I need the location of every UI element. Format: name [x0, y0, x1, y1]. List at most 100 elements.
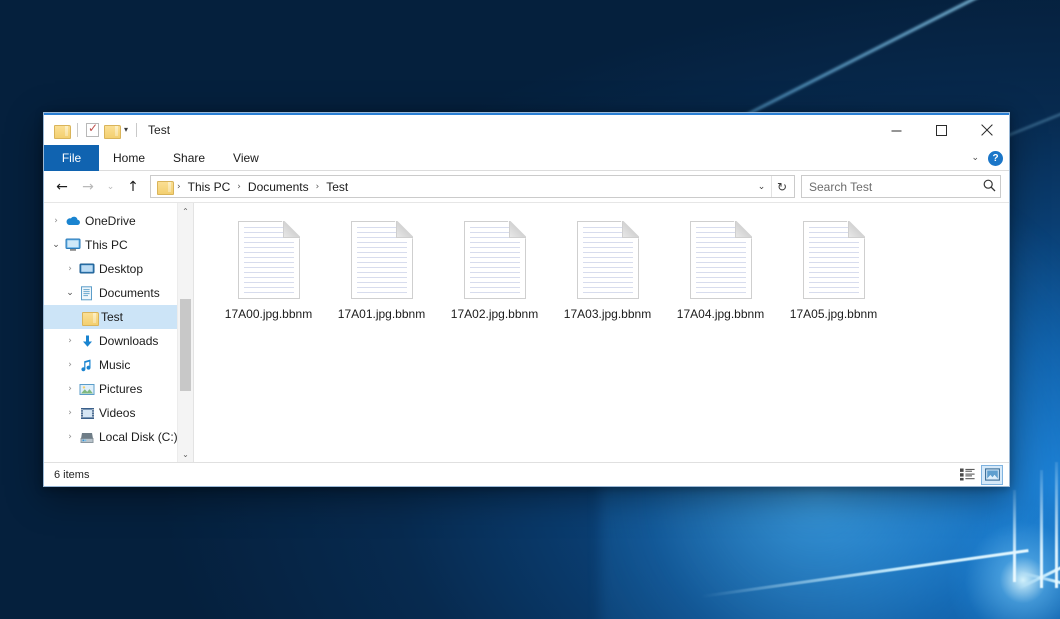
- status-bar: 6 items: [44, 462, 1009, 486]
- recent-locations-button[interactable]: ⌄: [102, 175, 119, 199]
- sidebar-label-desktop: Desktop: [96, 262, 143, 276]
- back-button[interactable]: ←: [50, 175, 74, 199]
- chevron-down-icon[interactable]: ⌄: [971, 153, 979, 163]
- wallpaper-ray-vertical-1: [1013, 490, 1016, 582]
- computer-icon: [64, 238, 82, 252]
- scrollbar-thumb[interactable]: [180, 299, 191, 391]
- file-grid: 17A00.jpg.bbnm 17A01.jpg.bbnm: [194, 203, 1009, 321]
- ribbon-right-controls: ⌄ ?: [971, 145, 1003, 171]
- expander-expanded-icon[interactable]: ⌄: [48, 240, 64, 250]
- sidebar-item-videos[interactable]: › Videos: [44, 401, 193, 425]
- sidebar-item-documents[interactable]: ⌄ Documents: [44, 281, 193, 305]
- sidebar-item-downloads[interactable]: › Downloads: [44, 329, 193, 353]
- file-list-view[interactable]: 17A00.jpg.bbnm 17A01.jpg.bbnm: [194, 203, 1009, 462]
- breadcrumb-item-test[interactable]: Test: [322, 178, 352, 196]
- file-item[interactable]: 17A05.jpg.bbnm: [777, 215, 890, 321]
- folder-icon[interactable]: [54, 124, 69, 137]
- tab-view[interactable]: View: [219, 145, 273, 171]
- toolbar-divider-2: [136, 123, 137, 137]
- tab-home[interactable]: Home: [99, 145, 159, 171]
- document-fold-corner: [283, 221, 300, 238]
- sidebar-item-onedrive[interactable]: › OneDrive: [44, 209, 193, 233]
- file-item[interactable]: 17A02.jpg.bbnm: [438, 215, 551, 321]
- breadcrumb: › This PC › Documents › Test: [156, 178, 752, 196]
- breadcrumb-separator-1[interactable]: ›: [235, 182, 243, 192]
- desktop-icon: [78, 262, 96, 276]
- expander-collapsed-icon[interactable]: ›: [48, 216, 64, 226]
- expander-collapsed-icon[interactable]: ›: [62, 408, 78, 418]
- expander-collapsed-icon[interactable]: ›: [62, 336, 78, 346]
- up-button[interactable]: ↑: [121, 175, 145, 199]
- file-item[interactable]: 17A00.jpg.bbnm: [212, 215, 325, 321]
- properties-icon[interactable]: [86, 123, 99, 137]
- expander-collapsed-icon[interactable]: ›: [62, 360, 78, 370]
- downloads-icon: [78, 334, 96, 349]
- breadcrumb-separator-2[interactable]: ›: [314, 182, 322, 192]
- customize-chevron-icon[interactable]: ▾: [124, 126, 128, 134]
- search-input[interactable]: Search Test: [801, 175, 1001, 198]
- sidebar-item-pictures[interactable]: › Pictures: [44, 377, 193, 401]
- breadcrumb-item-documents[interactable]: Documents: [244, 178, 313, 196]
- item-count-label: 6 items: [54, 469, 89, 481]
- expander-collapsed-icon[interactable]: ›: [62, 264, 78, 274]
- tab-share[interactable]: Share: [159, 145, 219, 171]
- wallpaper-ray-vertical-2: [1040, 470, 1043, 588]
- view-toggle-group: [956, 465, 1003, 485]
- sidebar-item-local-disk-c[interactable]: › Local Disk (C:): [44, 425, 193, 449]
- expander-expanded-icon[interactable]: ⌄: [62, 288, 78, 298]
- scroll-up-arrow-icon[interactable]: ⌃: [178, 203, 193, 219]
- sidebar-label-downloads: Downloads: [96, 334, 158, 348]
- search-icon[interactable]: [983, 179, 996, 195]
- scroll-down-arrow-icon[interactable]: ⌄: [178, 446, 193, 462]
- expander-collapsed-icon[interactable]: ›: [62, 432, 78, 442]
- file-name: 17A04.jpg.bbnm: [677, 307, 764, 321]
- sidebar-item-desktop[interactable]: › Desktop: [44, 257, 193, 281]
- new-folder-icon[interactable]: [104, 124, 119, 137]
- sidebar-label-onedrive: OneDrive: [82, 214, 136, 228]
- file-item[interactable]: 17A04.jpg.bbnm: [664, 215, 777, 321]
- file-item[interactable]: 17A01.jpg.bbnm: [325, 215, 438, 321]
- sidebar-item-test[interactable]: Test: [44, 305, 193, 329]
- close-button[interactable]: [964, 115, 1009, 145]
- search-placeholder: Search Test: [809, 180, 983, 194]
- sidebar-label-pictures: Pictures: [96, 382, 142, 396]
- document-fold-corner: [509, 221, 526, 238]
- document-fold-corner: [848, 221, 865, 238]
- expander-collapsed-icon[interactable]: ›: [62, 384, 78, 394]
- generic-document-icon: [577, 221, 639, 299]
- generic-document-icon: [351, 221, 413, 299]
- large-icons-view-button[interactable]: [981, 465, 1003, 485]
- breadcrumb-separator-0[interactable]: ›: [175, 182, 183, 192]
- help-icon[interactable]: ?: [988, 151, 1003, 166]
- music-icon: [78, 358, 96, 373]
- file-item[interactable]: 17A03.jpg.bbnm: [551, 215, 664, 321]
- refresh-icon[interactable]: ↻: [771, 176, 792, 197]
- navigation-tree: › OneDrive ⌄ This PC ›: [44, 203, 193, 449]
- generic-document-icon: [803, 221, 865, 299]
- pictures-icon: [78, 383, 96, 396]
- sidebar-item-music[interactable]: › Music: [44, 353, 193, 377]
- drive-icon: [78, 431, 96, 444]
- navigation-scrollbar[interactable]: ⌃ ⌄: [177, 203, 193, 462]
- sidebar-item-this-pc[interactable]: ⌄ This PC: [44, 233, 193, 257]
- file-name: 17A02.jpg.bbnm: [451, 307, 538, 321]
- file-name: 17A00.jpg.bbnm: [225, 307, 312, 321]
- tab-file[interactable]: File: [44, 145, 99, 171]
- quick-access-toolbar: ▾: [54, 123, 140, 137]
- sidebar-label-music: Music: [96, 358, 130, 372]
- minimize-button[interactable]: [874, 115, 919, 145]
- address-dropdown-icon[interactable]: ⌄: [752, 176, 771, 197]
- sidebar-label-local-disk: Local Disk (C:): [96, 430, 178, 444]
- file-name: 17A03.jpg.bbnm: [564, 307, 651, 321]
- onedrive-cloud-icon: [64, 213, 82, 229]
- toolbar-divider: [77, 123, 78, 137]
- document-fold-corner: [396, 221, 413, 238]
- maximize-button[interactable]: [919, 115, 964, 145]
- generic-document-icon: [238, 221, 300, 299]
- address-bar[interactable]: › This PC › Documents › Test ⌄ ↻: [150, 175, 795, 198]
- window-controls: [874, 115, 1009, 145]
- details-view-button[interactable]: [956, 465, 978, 485]
- breadcrumb-item-this-pc[interactable]: This PC: [184, 178, 235, 196]
- forward-button[interactable]: →: [76, 175, 100, 199]
- documents-icon: [78, 286, 96, 301]
